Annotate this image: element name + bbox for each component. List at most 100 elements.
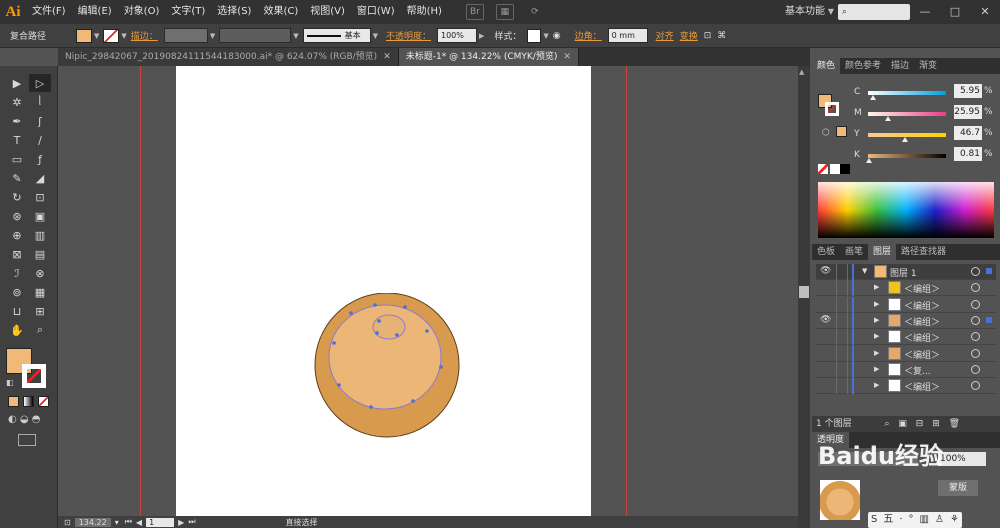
document-tab[interactable]: Nipic_29842067_20190824111544183000.ai* … bbox=[58, 48, 399, 66]
tool-button[interactable]: ▣ bbox=[29, 207, 51, 225]
tool-button[interactable]: ▤ bbox=[29, 245, 51, 263]
zoom-field[interactable]: 134.22 bbox=[74, 517, 111, 527]
chevron-down-icon[interactable]: ▼ bbox=[94, 32, 99, 40]
channel-value[interactable]: 0.81 bbox=[954, 147, 982, 161]
stroke-label[interactable]: 描边： bbox=[131, 29, 158, 42]
chevron-down-icon[interactable]: ▼ bbox=[293, 32, 298, 40]
recolor-icon[interactable]: ◉ bbox=[553, 31, 561, 41]
black-swatch[interactable] bbox=[840, 164, 850, 174]
canvas-area[interactable] bbox=[58, 66, 798, 516]
screen-mode-icon[interactable] bbox=[18, 434, 36, 446]
tab-0[interactable]: 颜色 bbox=[812, 58, 841, 74]
layer-row[interactable]: ▶ ＜编组＞ bbox=[816, 378, 996, 395]
panel-menu-icon[interactable]: ⌘ bbox=[717, 31, 726, 41]
variable-width-field[interactable] bbox=[219, 28, 292, 43]
chevron-right-icon[interactable]: ▶ bbox=[479, 32, 484, 40]
chevron-down-icon[interactable]: ▼ bbox=[828, 7, 834, 16]
next-artboard-icon[interactable]: ▶ bbox=[178, 518, 184, 527]
lock-toggle[interactable] bbox=[836, 361, 848, 378]
tray-icon[interactable]: ° bbox=[906, 512, 917, 528]
tool-button[interactable]: ▥ bbox=[29, 226, 51, 244]
channel-slider[interactable] bbox=[868, 154, 946, 158]
tab-1[interactable]: 画笔 bbox=[840, 244, 868, 260]
artboard-number-field[interactable]: 1 bbox=[146, 517, 175, 527]
tool-button[interactable]: ◢ bbox=[29, 169, 51, 187]
target-circle-icon[interactable] bbox=[971, 283, 980, 293]
menu-item[interactable]: 编辑(E) bbox=[72, 0, 118, 24]
expand-arrow-icon[interactable]: ▶ bbox=[874, 283, 879, 291]
anchor-point[interactable] bbox=[332, 341, 336, 345]
gradient-mode-button[interactable] bbox=[23, 396, 34, 407]
tool-button[interactable]: ⊕ bbox=[6, 226, 28, 244]
tab-2[interactable]: 图层 bbox=[868, 244, 897, 260]
tool-button[interactable]: ƒ bbox=[29, 150, 51, 168]
tool-button[interactable]: ✋ bbox=[6, 321, 28, 339]
tray-icon[interactable]: S bbox=[868, 512, 880, 528]
tool-button[interactable]: ℐ bbox=[6, 264, 28, 282]
new-sublayer-icon[interactable]: ⊟ bbox=[916, 419, 924, 429]
target-circle-icon[interactable] bbox=[971, 315, 980, 325]
artboard[interactable] bbox=[176, 66, 591, 516]
tool-button[interactable]: ✲ bbox=[6, 93, 28, 111]
lock-toggle[interactable] bbox=[836, 264, 848, 280]
tool-button[interactable]: ⌕ bbox=[29, 321, 51, 339]
target-circle-icon[interactable] bbox=[971, 267, 980, 276]
expand-arrow-icon[interactable]: ▶ bbox=[874, 332, 879, 340]
lock-toggle[interactable] bbox=[836, 280, 848, 297]
anchor-point[interactable] bbox=[377, 319, 381, 323]
slider-thumb[interactable] bbox=[901, 137, 908, 142]
slider-thumb[interactable] bbox=[865, 158, 872, 163]
tray-icon[interactable]: ♙ bbox=[932, 512, 947, 528]
stroke-swatch[interactable] bbox=[103, 28, 120, 43]
lock-toggle[interactable] bbox=[836, 312, 848, 329]
menu-item[interactable]: 对象(O) bbox=[118, 0, 166, 24]
anchor-point[interactable] bbox=[349, 311, 353, 315]
chevron-down-icon[interactable]: ▾ bbox=[115, 518, 119, 527]
expand-arrow-icon[interactable]: ▶ bbox=[874, 381, 879, 389]
anchor-point[interactable] bbox=[337, 383, 341, 387]
none-mode-button[interactable] bbox=[38, 396, 49, 407]
eye-icon[interactable]: 👁 bbox=[820, 315, 834, 325]
close-button[interactable]: ✕ bbox=[970, 0, 1000, 24]
new-layer-icon[interactable]: ⊞ bbox=[932, 419, 940, 429]
selection-indicator[interactable] bbox=[986, 268, 992, 274]
stroke-color-box[interactable] bbox=[22, 364, 46, 388]
chevron-down-icon[interactable]: ▼ bbox=[543, 32, 548, 40]
expand-arrow-icon[interactable]: ▶ bbox=[874, 365, 879, 373]
orange-artwork[interactable] bbox=[313, 293, 463, 443]
tab-2[interactable]: 描边 bbox=[886, 58, 914, 74]
close-icon[interactable]: ✕ bbox=[383, 52, 391, 62]
color-mode-button[interactable] bbox=[8, 396, 19, 407]
chevron-down-icon[interactable]: ▼ bbox=[121, 32, 126, 40]
layer-row[interactable]: 👁 ▶ ＜编组＞ bbox=[816, 312, 996, 329]
tool-button[interactable]: ⊞ bbox=[29, 302, 51, 320]
channel-value[interactable]: 5.95 bbox=[954, 84, 982, 98]
white-swatch[interactable] bbox=[830, 164, 840, 174]
layer-row[interactable]: ▶ ＜编组＞ bbox=[816, 345, 996, 362]
lock-toggle[interactable] bbox=[836, 378, 848, 395]
isolate-icon[interactable]: ⊡ bbox=[704, 31, 712, 41]
corner-label[interactable]: 边角： bbox=[575, 29, 602, 42]
search-input[interactable]: ⌕ bbox=[838, 4, 910, 20]
target-circle-icon[interactable] bbox=[971, 381, 980, 391]
minimize-button[interactable]: — bbox=[910, 0, 940, 24]
tab-0[interactable]: 色板 bbox=[812, 244, 840, 260]
scroll-up-icon[interactable]: ▲ bbox=[799, 68, 804, 76]
tool-button[interactable]: ⊚ bbox=[6, 283, 28, 301]
menu-item[interactable]: 文字(T) bbox=[165, 0, 211, 24]
tool-button[interactable]: ▶ bbox=[6, 74, 28, 92]
highlight-spot[interactable] bbox=[372, 314, 406, 340]
layer-row[interactable]: ▶ ＜编组＞ bbox=[816, 280, 996, 297]
close-icon[interactable]: ✕ bbox=[563, 52, 571, 62]
tray-icon[interactable]: ⋅ bbox=[896, 512, 905, 528]
channel-value[interactable]: 46.7 bbox=[954, 126, 982, 140]
layer-row[interactable]: ▶ ＜编组＞ bbox=[816, 329, 996, 346]
document-tab[interactable]: 未标题-1* @ 134.22% (CMYK/预览) ✕ bbox=[398, 48, 579, 66]
target-circle-icon[interactable] bbox=[971, 299, 980, 309]
chevron-down-icon[interactable]: ▼ bbox=[373, 32, 378, 40]
tool-button[interactable]: ʃ bbox=[29, 112, 51, 130]
target-circle-icon[interactable] bbox=[971, 348, 980, 358]
chevron-down-icon[interactable]: ▼ bbox=[210, 32, 215, 40]
scroll-thumb[interactable] bbox=[799, 286, 809, 298]
tool-button[interactable]: ⊛ bbox=[6, 207, 28, 225]
